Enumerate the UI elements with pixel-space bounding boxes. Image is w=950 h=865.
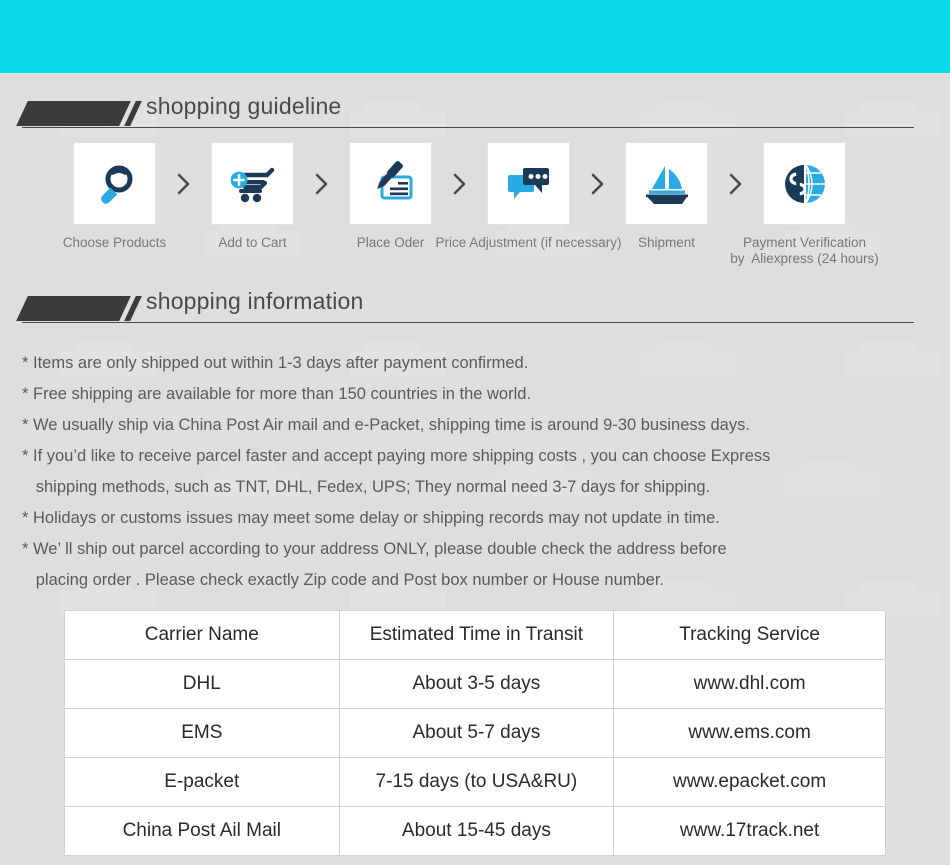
section-title-guideline: shopping guideline — [146, 93, 342, 119]
table-cell-tracking: www.17track.net — [613, 806, 886, 856]
step-label: Place Oder — [356, 235, 425, 250]
table-cell-time: 7-15 days (to USA&RU) — [338, 757, 615, 807]
info-line: * Free shipping are available for more t… — [22, 385, 532, 403]
guideline-step-place-oder[interactable]: Place Oder — [349, 142, 432, 251]
chevron-right-icon — [294, 142, 349, 225]
chat-bubbles-icon — [507, 167, 549, 199]
chevron-right-icon — [156, 142, 211, 225]
add-to-cart-icon — [230, 167, 274, 202]
table-row: DHL About 3-5 days www.dhl.com — [64, 659, 886, 709]
section-header-information: shopping information — [0, 288, 950, 330]
chevron-right-icon — [708, 142, 763, 225]
sailboat-icon — [645, 165, 688, 204]
info-line: * We usually ship via China Post Air mai… — [22, 416, 750, 434]
step-label: Payment Verification by Aliexpress (24 h… — [730, 235, 879, 266]
section-rule — [22, 127, 914, 128]
table-cell-tracking: www.ems.com — [613, 708, 886, 758]
step-icon-box — [763, 142, 846, 225]
table-header-row: Carrier Name Estimated Time in Transit T… — [64, 610, 886, 660]
magnifier-icon — [100, 165, 132, 204]
table-cell-time: About 15-45 days — [338, 806, 615, 856]
step-label: Choose Products — [62, 235, 167, 250]
top-color-banner — [0, 0, 950, 73]
info-line: * If you’d like to receive parcel faster… — [22, 447, 771, 465]
step-icon-box — [625, 142, 708, 225]
guideline-step-price-adjustment[interactable]: Price Adjustment (if necessary) — [435, 142, 622, 251]
section-title-information: shopping information — [146, 288, 364, 314]
chevron-right-icon — [570, 142, 625, 225]
chevron-right-icon — [432, 142, 487, 225]
dollar-globe-icon — [784, 164, 825, 203]
table-row: EMS About 5-7 days www.ems.com — [64, 708, 886, 758]
step-icon-box — [487, 142, 570, 225]
step-icon-box — [73, 142, 156, 225]
info-line: * Items are only shipped out within 1-3 … — [22, 354, 529, 372]
info-line: shipping methods, such as TNT, DHL, Fede… — [22, 478, 711, 496]
table-row: E-packet 7-15 days (to USA&RU) www.epack… — [64, 757, 886, 807]
table-row: China Post Ail Mail About 15-45 days www… — [64, 806, 886, 856]
step-label: Add to Cart — [218, 235, 287, 250]
shipping-table: Carrier Name Estimated Time in Transit T… — [64, 610, 886, 856]
section-rule — [22, 322, 914, 323]
step-icon-box — [211, 142, 294, 225]
table-cell-carrier: China Post Ail Mail — [64, 806, 340, 856]
pen-check-icon — [376, 160, 412, 199]
step-icon-box — [349, 142, 432, 225]
table-header-cell: Tracking Service — [613, 610, 886, 660]
shipping-table-wrapper: Carrier Name Estimated Time in Transit T… — [0, 596, 950, 856]
guideline-step-shipment[interactable]: Shipment — [625, 142, 708, 251]
guideline-step-payment-verification[interactable]: Payment Verification by Aliexpress (24 h… — [730, 142, 879, 267]
table-cell-time: About 5-7 days — [338, 708, 615, 758]
table-cell-tracking: www.epacket.com — [613, 757, 886, 807]
table-cell-time: About 3-5 days — [338, 659, 615, 709]
section-header-guideline: shopping guideline — [0, 93, 950, 135]
guideline-step-add-to-cart[interactable]: Add to Cart — [211, 142, 294, 251]
info-line: * We’ ll ship out parcel according to yo… — [22, 540, 727, 558]
table-cell-tracking: www.dhl.com — [613, 659, 886, 709]
table-cell-carrier: E-packet — [64, 757, 340, 807]
table-cell-carrier: DHL — [64, 659, 340, 709]
info-line: placing order . Please check exactly Zip… — [22, 571, 665, 589]
info-line: * Holidays or customs issues may meet so… — [22, 509, 720, 527]
guideline-step-choose-products[interactable]: Choose Products — [63, 142, 166, 251]
table-header-cell: Carrier Name — [64, 610, 340, 660]
step-label: Price Adjustment (if necessary) — [435, 235, 622, 250]
table-header-cell: Estimated Time in Transit — [338, 610, 615, 660]
shipping-info-list: * Items are only shipped out within 1-3 … — [0, 330, 950, 596]
step-label: Shipment — [637, 235, 696, 250]
guideline-steps: Choose Products Add to Cart Place Oder P… — [0, 135, 950, 267]
table-cell-carrier: EMS — [64, 708, 340, 758]
